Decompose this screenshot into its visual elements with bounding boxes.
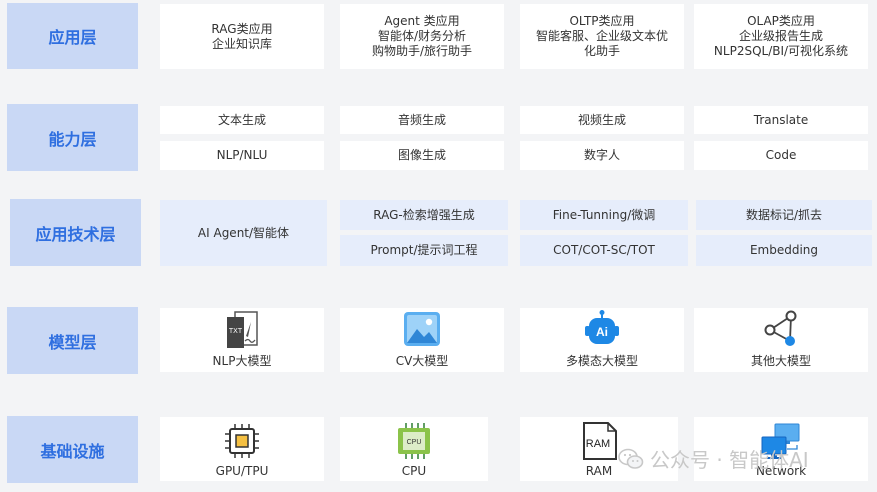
infra-card-cpu: CPU CPU [340,417,488,481]
wechat-icon [618,448,644,469]
tech-box: COT/COT-SC/TOT [520,235,688,266]
watermark-text: 公众号 · 智能体AI [650,448,809,472]
capability-box: 数字人 [520,141,684,170]
chip-icon [225,424,259,458]
app-box-olap: OLAP类应用 企业级报告生成 NLP2SQL/BI/可视化系统 [694,4,868,69]
ai-robot-icon: Ai [585,310,619,344]
tech-box-agent: AI Agent/智能体 [160,200,327,266]
app-box-line: 智能客服、企业级文本优 [535,29,668,43]
capability-box: Translate [694,106,868,134]
capability-box: NLP/NLU [160,141,324,170]
app-box-rag: RAG类应用 企业知识库 [160,4,324,69]
app-box-line: RAG类应用 [211,21,273,36]
network-nodes-icon [764,310,797,346]
ram-icon-label: RAM [586,438,610,450]
layer-label-app: 应用层 [7,3,138,69]
layer-label-model: 模型层 [7,307,138,374]
app-box-line: Agent 类应用 [384,14,460,28]
capability-box: Code [694,141,868,170]
layer-label-infra: 基础设施 [7,416,138,483]
cpu-icon: CPU [398,423,430,459]
app-box-agent: Agent 类应用 智能体/财务分析 购物助手/旅行助手 [340,4,504,69]
cpu-icon-label: CPU [407,439,422,446]
ram-icon: RAM [583,422,617,460]
model-label: NLP大模型 [212,354,272,368]
tech-box: 数据标记/抓去 [696,200,872,230]
capability-box: 视频生成 [520,106,684,134]
app-box-oltp: OLTP类应用 智能客服、企业级文本优 化助手 [520,4,684,69]
model-card-other: 其他大模型 [694,308,868,372]
app-box-line: 智能体/财务分析 [377,29,467,43]
app-box-line: OLAP类应用 [747,14,815,28]
ai-icon-label: Ai [596,325,608,339]
image-icon [404,312,440,346]
model-card-nlp: TXT NLP大模型 [160,308,324,372]
watermark: 公众号 · 智能体AI [618,444,809,473]
tech-box: Prompt/提示词工程 [340,235,508,266]
layer-label-capability: 能力层 [7,104,138,171]
model-card-cv: CV大模型 [340,308,504,372]
app-box-line: 企业知识库 [211,36,272,51]
app-box-line: NLP2SQL/BI/可视化系统 [713,44,849,58]
app-box-line: 化助手 [583,44,620,58]
txt-document-icon: TXT [227,311,258,348]
infra-label: RAM [585,464,613,478]
model-card-multimodal: Ai 多模态大模型 [520,308,684,372]
app-box-line: OLTP类应用 [569,14,635,28]
tech-box: Embedding [696,235,872,266]
infra-label: GPU/TPU [215,464,269,478]
tech-box: RAG-检索增强生成 [340,200,508,230]
txt-icon-label: TXT [229,328,243,335]
capability-box: 文本生成 [160,106,324,134]
tech-box: Fine-Tunning/微调 [520,200,688,230]
model-label: CV大模型 [395,354,449,368]
capability-box: 图像生成 [340,141,504,170]
layer-label-tech: 应用技术层 [10,199,141,266]
model-label: 其他大模型 [750,354,811,368]
infra-label: CPU [401,464,427,478]
capability-box: 音频生成 [340,106,504,134]
infra-card-gpu: GPU/TPU [160,417,324,481]
app-box-line: 企业级报告生成 [738,29,823,43]
app-box-line: 购物助手/旅行助手 [371,44,473,58]
model-label: 多模态大模型 [565,354,638,368]
